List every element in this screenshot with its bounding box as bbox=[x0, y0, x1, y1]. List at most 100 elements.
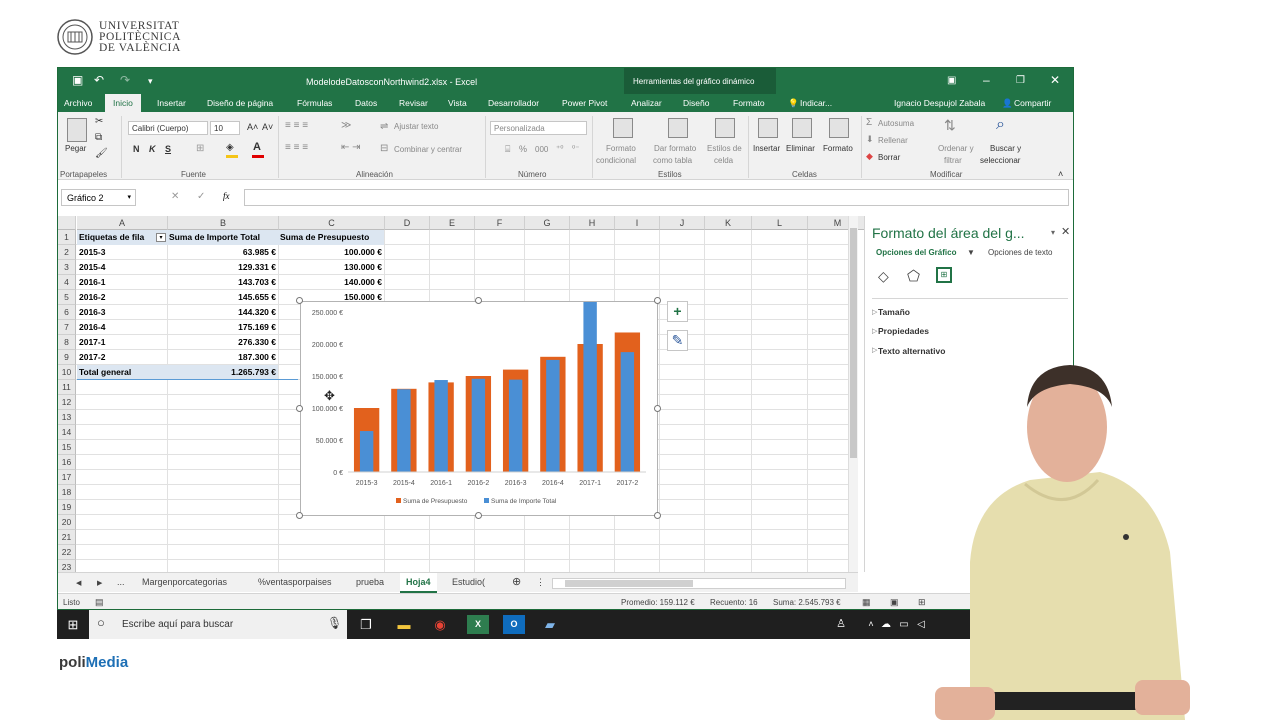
find-select-label-1[interactable]: Buscar y bbox=[990, 144, 1021, 153]
page-layout-icon[interactable]: ▣ bbox=[890, 597, 899, 608]
pivot-cell[interactable]: 2016-1 bbox=[77, 275, 167, 290]
clear-icon[interactable]: ◆ bbox=[866, 151, 873, 162]
sheet-tab-hoja4[interactable]: Hoja4 bbox=[400, 573, 437, 593]
chart-resize-handle[interactable] bbox=[296, 512, 303, 519]
chart-resize-handle[interactable] bbox=[475, 297, 482, 304]
pivot-chart[interactable]: 0 € 50.000 € 100.000 € 150.000 € 200.000 € 25… bbox=[300, 295, 658, 516]
bar-importe-total[interactable] bbox=[508, 379, 523, 472]
italic-button[interactable]: K bbox=[149, 144, 156, 154]
task-view-icon[interactable]: ❐ bbox=[355, 615, 377, 634]
pivot-cell[interactable]: 143.703 € bbox=[167, 275, 278, 290]
row-header[interactable]: 20 bbox=[58, 515, 76, 530]
format-cells-icon[interactable] bbox=[829, 118, 849, 138]
row-header[interactable]: 14 bbox=[58, 425, 76, 440]
pivot-cell[interactable]: 2017-2 bbox=[77, 350, 167, 365]
bar-importe-total[interactable] bbox=[471, 378, 486, 472]
pivot-cell[interactable]: 2015-3 bbox=[77, 245, 167, 260]
cut-icon[interactable]: ✂ bbox=[95, 116, 103, 127]
indent-icon[interactable]: ⇤ ⇥ bbox=[341, 142, 361, 153]
bar-importe-total[interactable] bbox=[620, 352, 635, 472]
move-cursor-icon[interactable]: ✥ bbox=[324, 389, 335, 404]
x-tick-label[interactable]: 2015-3 bbox=[356, 480, 378, 487]
row-header[interactable]: 19 bbox=[58, 500, 76, 515]
tab-revisar[interactable]: Revisar bbox=[399, 98, 428, 108]
cell-styles-icon[interactable] bbox=[715, 118, 735, 138]
ribbon-display-icon[interactable]: ▣ bbox=[947, 75, 956, 86]
pivot-cell[interactable]: 2015-4 bbox=[77, 260, 167, 275]
chart-resize-handle[interactable] bbox=[654, 297, 661, 304]
tab-datos[interactable]: Datos bbox=[355, 98, 377, 108]
close-icon[interactable]: ✕ bbox=[1050, 73, 1060, 87]
row-header[interactable]: 16 bbox=[58, 455, 76, 470]
customize-toolbar-icon[interactable]: ▾ bbox=[148, 76, 153, 87]
pivot-total-b[interactable]: 1.265.793 € bbox=[167, 365, 278, 380]
pivot-cell[interactable]: 144.320 € bbox=[167, 305, 278, 320]
row-header[interactable]: 2 bbox=[58, 245, 76, 260]
find-select-label-2[interactable]: seleccionar bbox=[980, 156, 1020, 165]
decrease-decimal-icon[interactable]: ⁰⁻ bbox=[572, 144, 579, 153]
pivot-cell[interactable]: 100.000 € bbox=[278, 245, 384, 260]
orientation-icon[interactable]: ≫ bbox=[341, 120, 351, 131]
pivot-cell[interactable]: 63.985 € bbox=[167, 245, 278, 260]
column-header[interactable]: M bbox=[808, 216, 868, 230]
column-header[interactable]: J bbox=[660, 216, 705, 230]
size-properties-icon[interactable]: ⊞ bbox=[936, 267, 952, 283]
effects-icon[interactable]: ⬠ bbox=[907, 267, 920, 285]
column-header[interactable]: C bbox=[279, 216, 385, 230]
y-tick-label[interactable]: 250.000 € bbox=[312, 310, 343, 317]
tab-formulas[interactable]: Fórmulas bbox=[297, 98, 332, 108]
taskbar-search-box[interactable]: ○ Escribe aquí para buscar 🎙 bbox=[89, 610, 347, 639]
fill-icon[interactable]: ⬇ bbox=[866, 134, 874, 145]
pane-close-icon[interactable]: ✕ bbox=[1061, 225, 1070, 238]
tab-diseno-pagina[interactable]: Diseño de página bbox=[207, 98, 273, 108]
sheet-tab-prueba[interactable]: prueba bbox=[356, 577, 384, 587]
legend-label[interactable]: Suma de Importe Total bbox=[491, 498, 557, 505]
y-tick-label[interactable]: 50.000 € bbox=[316, 438, 343, 445]
wrap-text-icon[interactable]: ⇌ bbox=[380, 121, 388, 132]
pivot-header-c[interactable]: Suma de Presupuesto bbox=[278, 230, 384, 245]
pivot-cell[interactable]: 187.300 € bbox=[167, 350, 278, 365]
tab-power-pivot[interactable]: Power Pivot bbox=[562, 98, 607, 108]
minimize-icon[interactable]: – bbox=[983, 73, 990, 87]
windows-start-icon[interactable]: ⊞ bbox=[62, 615, 84, 634]
chart-resize-handle[interactable] bbox=[654, 404, 661, 412]
cortana-icon[interactable]: ○ bbox=[97, 615, 105, 630]
format-as-table-label-1[interactable]: Dar formato bbox=[654, 144, 696, 153]
thousands-button[interactable]: 000 bbox=[535, 145, 548, 154]
tab-diseno[interactable]: Diseño bbox=[683, 98, 709, 108]
x-tick-label[interactable]: 2016-4 bbox=[542, 480, 564, 487]
share-button[interactable]: Compartir bbox=[1014, 98, 1051, 108]
vertical-scrollbar[interactable] bbox=[848, 216, 858, 572]
currency-icon[interactable]: ⌸ bbox=[505, 144, 510, 155]
more-sheets-button[interactable]: ... bbox=[117, 577, 125, 587]
underline-button[interactable]: S bbox=[165, 144, 171, 154]
collapse-ribbon-icon[interactable]: ˄ bbox=[1058, 169, 1063, 179]
find-select-icon[interactable]: ⌕ bbox=[996, 116, 1005, 134]
y-tick-label[interactable]: 0 € bbox=[333, 470, 343, 477]
column-header[interactable]: G bbox=[525, 216, 570, 230]
normal-view-icon[interactable]: ▦ bbox=[862, 597, 871, 608]
pane-item-propiedades[interactable]: Propiedades bbox=[878, 326, 929, 336]
row-header[interactable]: 17 bbox=[58, 470, 76, 485]
outlook-taskbar-icon[interactable]: O bbox=[503, 615, 525, 634]
expand-tamano-icon[interactable]: ▷ bbox=[872, 308, 877, 316]
pivot-cell[interactable]: 2016-3 bbox=[77, 305, 167, 320]
insert-function-button[interactable]: fx bbox=[223, 191, 230, 201]
shrink-font-icon[interactable]: A˅ bbox=[262, 122, 273, 132]
excel-taskbar-icon[interactable]: X bbox=[467, 615, 489, 634]
cell-styles-label-2[interactable]: celda bbox=[714, 156, 733, 165]
merge-center-icon[interactable]: ⊟ bbox=[380, 143, 388, 154]
bold-button[interactable]: N bbox=[133, 144, 140, 154]
pivot-header-a[interactable]: Etiquetas de fila bbox=[77, 230, 167, 245]
vertical-scroll-thumb[interactable] bbox=[850, 228, 857, 458]
chart-resize-handle[interactable] bbox=[475, 512, 482, 519]
pivot-cell[interactable]: 2016-4 bbox=[77, 320, 167, 335]
pane-options-icon[interactable]: ▾ bbox=[1051, 228, 1055, 237]
align-left-icon[interactable]: ≡ ≡ ≡ bbox=[285, 142, 308, 153]
column-header[interactable]: E bbox=[430, 216, 475, 230]
chart-resize-handle[interactable] bbox=[296, 297, 303, 304]
fill-button[interactable]: Rellenar bbox=[878, 136, 908, 145]
pivot-cell[interactable]: 2016-2 bbox=[77, 290, 167, 305]
x-tick-label[interactable]: 2017-1 bbox=[579, 480, 601, 487]
fill-color-icon[interactable]: ◈ bbox=[226, 142, 234, 153]
